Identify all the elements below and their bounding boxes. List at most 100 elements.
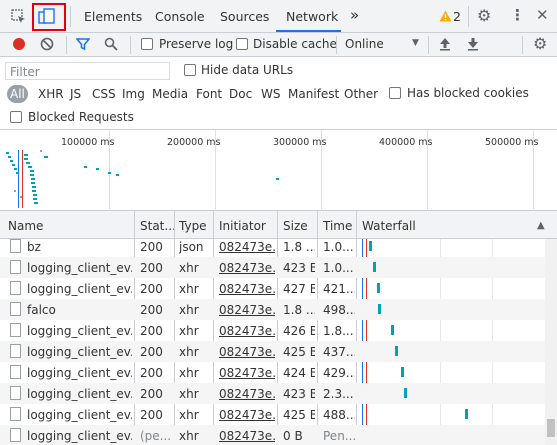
filter-input[interactable]: Filter (5, 62, 170, 80)
request-size: 1.8 ... (283, 240, 315, 254)
more-options-icon[interactable]: ⋮ (510, 8, 525, 23)
waterfall-bar (378, 304, 382, 314)
throttling-select[interactable]: Online (345, 37, 384, 51)
file-icon (10, 323, 21, 337)
filter-funnel-icon[interactable] (75, 37, 91, 54)
hide-data-urls-label[interactable]: Hide data URLs (201, 63, 293, 77)
request-initiator[interactable]: 082473e... (219, 345, 275, 359)
disable-cache-checkbox[interactable] (236, 38, 248, 50)
sort-ascending-icon[interactable]: ▲ (537, 220, 545, 231)
request-initiator[interactable]: 082473e... (219, 429, 275, 443)
filter-type-manifest[interactable]: Manifest (288, 87, 339, 101)
hide-data-urls-checkbox[interactable] (184, 64, 196, 76)
table-row[interactable]: logging_client_ev... 200 xhr 082473e... 423 … (0, 257, 545, 278)
requests-table: Name Stat... Type Initiator Size Time Wa… (0, 211, 557, 445)
request-size: 425 B (283, 408, 315, 422)
request-status: 200 (140, 324, 163, 338)
has-blocked-cookies-label[interactable]: Has blocked cookies (407, 86, 529, 100)
request-size: 423 B (283, 261, 315, 275)
table-row[interactable]: falco 200 xhr 082473e... 1.8 ... 498... (0, 299, 545, 320)
table-row[interactable]: bz 200 json 082473e... 1.8 ... 1.0... (0, 236, 545, 257)
filter-type-img[interactable]: Img (122, 87, 145, 101)
filter-type-font[interactable]: Font (196, 87, 222, 101)
request-type: xhr (179, 429, 199, 443)
request-initiator[interactable]: 082473e... (219, 282, 275, 296)
blocked-requests-label[interactable]: Blocked Requests (28, 110, 134, 124)
request-name: logging_client_ev... (27, 429, 132, 443)
tab-elements[interactable]: Elements (84, 9, 142, 24)
column-header-waterfall[interactable]: Waterfall (362, 219, 416, 233)
filter-type-doc[interactable]: Doc (229, 87, 252, 101)
tab-console[interactable]: Console (155, 9, 205, 24)
request-type: xhr (179, 387, 199, 401)
column-header-name[interactable]: Name (8, 219, 43, 233)
record-button[interactable] (13, 38, 25, 50)
request-initiator[interactable]: 082473e... (219, 240, 275, 254)
preserve-log-label[interactable]: Preserve log (159, 37, 233, 51)
inspect-element-icon[interactable] (11, 9, 26, 27)
request-type: xhr (179, 261, 199, 275)
column-header-initiator[interactable]: Initiator (219, 219, 266, 233)
chevron-down-icon[interactable]: ▼ (412, 39, 419, 48)
network-settings-gear-icon[interactable]: ⚙ (533, 36, 547, 52)
export-har-icon[interactable] (467, 37, 479, 54)
request-status: 200 (140, 282, 163, 296)
request-time: Pen... (323, 429, 355, 443)
waterfall-bar (404, 388, 408, 398)
filter-type-all[interactable]: All (7, 85, 28, 103)
filter-type-js[interactable]: JS (70, 87, 81, 101)
request-size: 426 B (283, 324, 315, 338)
table-header: Name Stat... Type Initiator Size Time Wa… (0, 211, 557, 239)
filter-type-xhr[interactable]: XHR (38, 87, 64, 101)
table-row[interactable]: logging_client_ev... 200 xhr 082473e... 424 … (0, 362, 545, 383)
vertical-scrollbar[interactable] (545, 239, 557, 445)
request-type: json (179, 240, 204, 254)
network-toolbar: Preserve log Disable cache Online ▼ ⚙ (0, 33, 557, 57)
column-header-time[interactable]: Time (323, 219, 352, 233)
table-row[interactable]: logging_client_ev... (pe... xhr 082473e... 0… (0, 425, 545, 445)
table-row[interactable]: logging_client_ev... 200 xhr 082473e... 423 … (0, 383, 545, 404)
network-overview[interactable]: 100000 ms 200000 ms 300000 ms 400000 ms … (0, 130, 557, 211)
clear-icon[interactable] (40, 37, 54, 54)
file-icon (10, 365, 21, 379)
filter-placeholder: Filter (10, 65, 40, 79)
request-time: 1.0... (323, 261, 354, 275)
scrollbar-thumb[interactable] (547, 419, 555, 437)
table-row[interactable]: logging_client_ev... 200 xhr 082473e... 425 … (0, 404, 545, 425)
column-header-size[interactable]: Size (283, 219, 308, 233)
device-toolbar-icon[interactable] (38, 8, 58, 28)
table-row[interactable]: logging_client_ev... 200 xhr 082473e... 427 … (0, 278, 545, 299)
close-devtools-icon[interactable]: ✕ (536, 8, 549, 23)
tab-network[interactable]: Network (286, 9, 338, 24)
tab-sources[interactable]: Sources (220, 9, 269, 24)
filter-type-media[interactable]: Media (152, 87, 188, 101)
column-header-status[interactable]: Stat... (140, 219, 176, 233)
request-initiator[interactable]: 082473e... (219, 324, 275, 338)
request-initiator[interactable]: 082473e... (219, 261, 275, 275)
filter-type-ws[interactable]: WS (261, 87, 280, 101)
table-row[interactable]: logging_client_ev... 200 xhr 082473e... 425 … (0, 341, 545, 362)
waterfall-bar (391, 325, 395, 335)
blocked-requests-checkbox[interactable] (10, 111, 22, 123)
warning-count[interactable]: 2 (453, 9, 461, 24)
has-blocked-cookies-checkbox[interactable] (389, 87, 401, 99)
import-har-icon[interactable] (439, 37, 451, 54)
more-tabs-button[interactable]: » (350, 6, 359, 24)
table-row[interactable]: logging_client_ev... 200 xhr 082473e... 426 … (0, 320, 545, 341)
preserve-log-checkbox[interactable] (141, 38, 153, 50)
file-icon (10, 407, 21, 421)
request-type: xhr (179, 303, 199, 317)
request-initiator[interactable]: 082473e... (219, 408, 275, 422)
warning-icon[interactable] (439, 10, 452, 25)
column-header-type[interactable]: Type (179, 219, 207, 233)
request-initiator[interactable]: 082473e... (219, 303, 275, 317)
file-icon (10, 344, 21, 358)
filter-type-other[interactable]: Other (344, 87, 378, 101)
search-icon[interactable] (104, 37, 118, 54)
request-initiator[interactable]: 082473e... (219, 366, 275, 380)
filter-type-css[interactable]: CSS (92, 87, 116, 101)
request-time: 488... (323, 408, 355, 422)
request-initiator[interactable]: 082473e... (219, 387, 275, 401)
settings-gear-icon[interactable]: ⚙ (477, 8, 491, 24)
disable-cache-label[interactable]: Disable cache (253, 37, 337, 51)
